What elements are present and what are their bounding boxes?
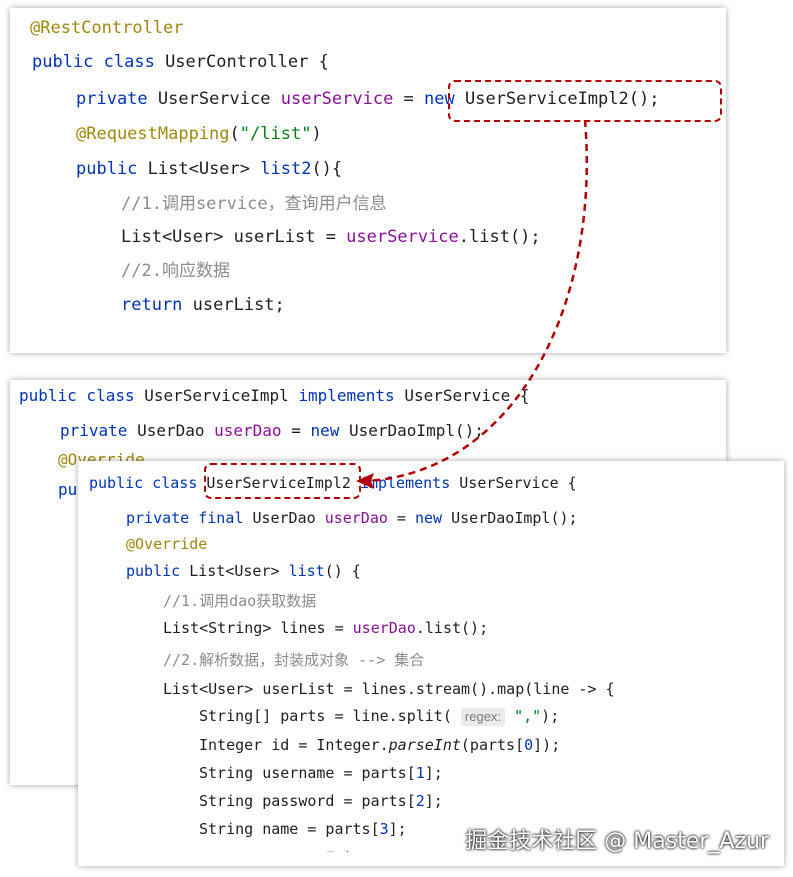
dependency-arrow (356, 119, 589, 489)
arrow-head-icon (356, 473, 374, 489)
arrow-line (367, 119, 589, 483)
watermark: 掘金技术社区 @ Master_Azur (465, 829, 769, 854)
